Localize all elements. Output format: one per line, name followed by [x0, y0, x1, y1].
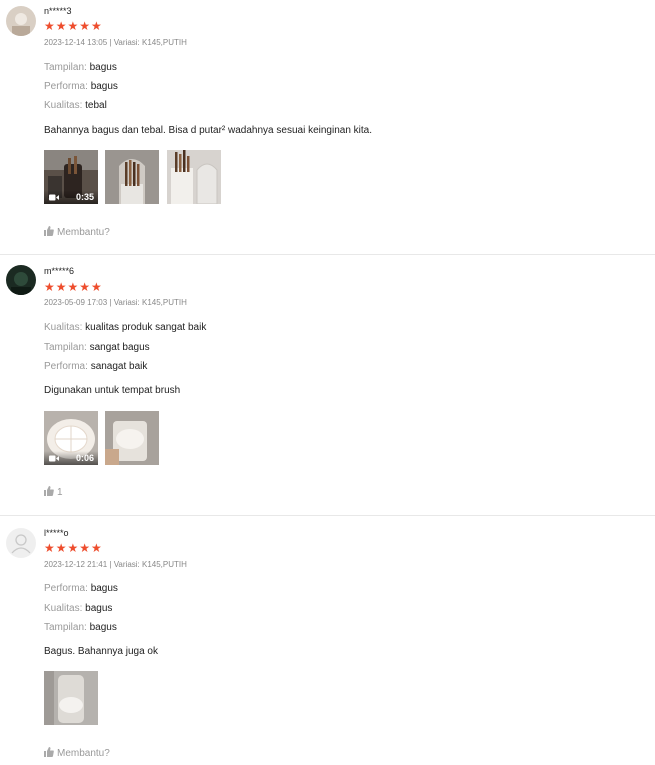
video-duration: 0:06: [75, 453, 94, 463]
review-comment: Digunakan untuk tempat brush: [44, 385, 181, 396]
rating-stars: ★★★★★: [44, 19, 103, 33]
review-attribute: Kualitas: tebal: [44, 100, 107, 111]
helpful-label: Membantu?: [57, 748, 110, 759]
review-item: m*****6 ★★★★★ 2023-05-09 17:03 | Variasi…: [0, 255, 655, 516]
review-item: n*****3 ★★★★★ 2023-12-14 13:05 | Variasi…: [0, 0, 655, 255]
review-comment: Bagus. Bahannya juga ok: [44, 646, 158, 657]
review-attribute: Performa: bagus: [44, 81, 118, 92]
review-attribute: Kualitas: bagus: [44, 603, 113, 614]
video-duration: 0:35: [75, 192, 94, 202]
review-image-thumbnail[interactable]: [44, 671, 98, 725]
helpful-button[interactable]: 1: [44, 486, 63, 498]
thumbs-up-icon: [44, 747, 54, 757]
review-attribute: Tampilan: sangat bagus: [44, 342, 150, 353]
rating-stars: ★★★★★: [44, 280, 103, 294]
avatar[interactable]: [6, 265, 36, 295]
review-attribute: Performa: bagus: [44, 583, 118, 594]
reviewer-username: l*****o: [44, 528, 69, 538]
thumbs-up-icon: [44, 226, 54, 236]
review-attribute: Tampilan: bagus: [44, 622, 117, 633]
helpful-label: Membantu?: [57, 227, 110, 238]
review-item: l*****o ★★★★★ 2023-12-12 21:41 | Variasi…: [0, 516, 655, 765]
rating-stars: ★★★★★: [44, 541, 103, 555]
review-attribute: Performa: sanagat baik: [44, 361, 148, 372]
review-meta: 2023-12-12 21:41 | Variasi: K145,PUTIH: [44, 560, 187, 569]
review-video-thumbnail[interactable]: 0:35: [44, 150, 98, 204]
review-comment: Bahannya bagus dan tebal. Bisa d putar² …: [44, 125, 373, 136]
review-image-thumbnail[interactable]: [167, 150, 221, 204]
review-attribute: Tampilan: bagus: [44, 62, 117, 73]
avatar[interactable]: [6, 528, 36, 558]
helpful-count: 1: [57, 487, 63, 498]
thumbs-up-icon: [44, 486, 54, 496]
video-camera-icon: [49, 194, 59, 201]
helpful-button[interactable]: Membantu?: [44, 747, 110, 759]
review-attribute: Kualitas: kualitas produk sangat baik: [44, 322, 207, 333]
reviewer-username: n*****3: [44, 6, 72, 16]
review-video-thumbnail[interactable]: 0:06: [44, 411, 98, 465]
avatar[interactable]: [6, 6, 36, 36]
reviewer-username: m*****6: [44, 266, 75, 276]
review-image-thumbnail[interactable]: [105, 411, 159, 465]
review-meta: 2023-05-09 17:03 | Variasi: K145,PUTIH: [44, 298, 187, 307]
video-camera-icon: [49, 455, 59, 462]
helpful-button[interactable]: Membantu?: [44, 226, 110, 238]
review-meta: 2023-12-14 13:05 | Variasi: K145,PUTIH: [44, 38, 187, 47]
review-image-thumbnail[interactable]: [105, 150, 159, 204]
